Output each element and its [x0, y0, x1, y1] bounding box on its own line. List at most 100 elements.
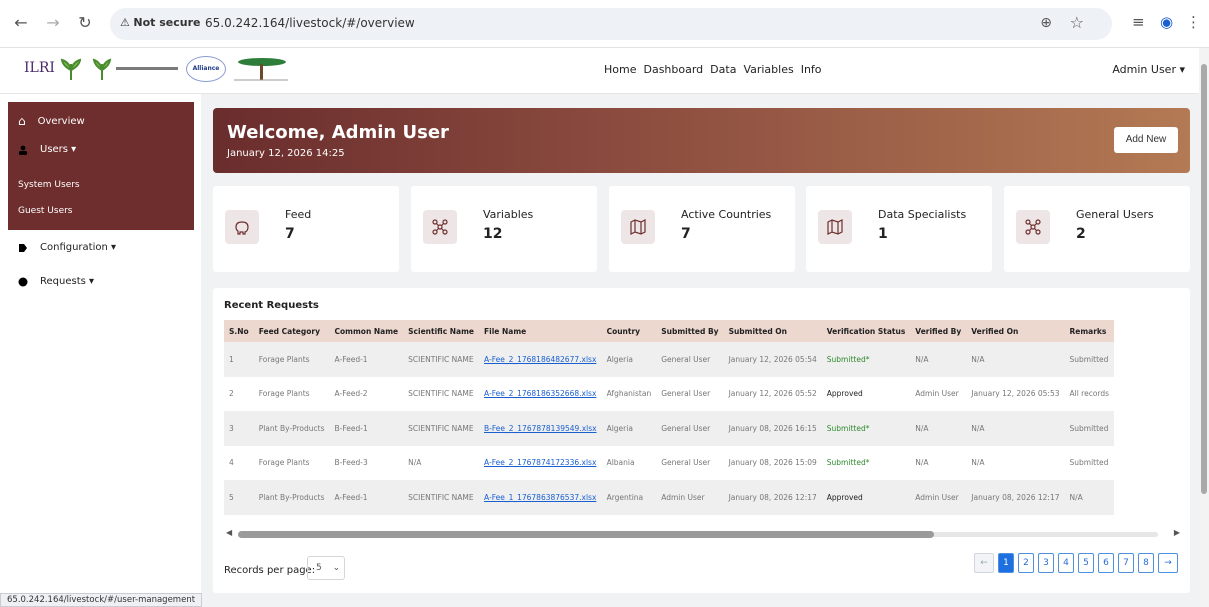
zoom-icon[interactable]: ⊕ — [1040, 15, 1052, 31]
cell-verified-by: Admin User — [915, 492, 959, 502]
cell-verified-on: N/A — [971, 423, 985, 433]
reload-icon[interactable]: ↻ — [74, 12, 96, 34]
url-text[interactable]: 65.0.242.164/livestock/#/overview — [205, 16, 415, 30]
cgiar-leaf-logo — [60, 58, 82, 80]
cell-file-link[interactable]: B-Fee_2_1767878139549.xlsx — [479, 411, 602, 446]
cell-verified-by: N/A — [915, 458, 929, 468]
nav-data[interactable]: Data — [710, 63, 736, 76]
circle-icon — [18, 277, 28, 286]
nav-variables[interactable]: Variables — [743, 63, 793, 76]
cell-verification-status: Submitted* — [826, 354, 870, 364]
cell-submitted-on: January 12, 2026 05:52 — [728, 389, 817, 399]
cell-verified-on: January 08, 2026 12:17 — [971, 492, 1060, 502]
sidebar-item-users[interactable]: Users ▾ — [18, 144, 76, 155]
page-button-7[interactable]: 7 — [1118, 553, 1134, 573]
records-per-page-select[interactable]: 5 ⌄ — [307, 556, 345, 580]
page-button-5[interactable]: 5 — [1078, 553, 1094, 573]
cell-feed-category: Forage Plants — [258, 354, 310, 364]
stat-card-variables: Variables 12 — [411, 186, 597, 272]
cell-file-link[interactable]: A-Fee_1_1767863876537.xlsx — [479, 480, 602, 515]
cell-submitted-on: January 12, 2026 05:54 — [728, 354, 817, 364]
sidebar-item-system-users[interactable]: System Users — [18, 180, 80, 190]
sidebar-active-group — [8, 102, 194, 170]
ilri-logo[interactable]: ILRI — [24, 60, 55, 86]
page-scroll-thumb[interactable] — [1201, 64, 1207, 494]
cell-country: Algeria — [606, 423, 633, 433]
col-common-name: Common Name — [334, 326, 399, 336]
cell-scientific-name: SCIENTIFIC NAME — [408, 389, 474, 399]
address-bar[interactable]: ⚠ Not secure 65.0.242.164/livestock/#/ov… — [110, 8, 1112, 40]
security-label: Not secure — [133, 16, 201, 29]
map-icon — [818, 210, 852, 244]
browser-menu-icon[interactable]: ⋮ — [1186, 13, 1201, 31]
page-button-1[interactable]: 1 — [998, 553, 1014, 573]
stat-value: 7 — [681, 226, 691, 242]
bookmark-star-icon[interactable]: ☆ — [1070, 13, 1084, 32]
table-header-row: S.No Feed Category Common Name Scientifi… — [224, 320, 1115, 342]
requests-table: S.No Feed Category Common Name Scientifi… — [224, 320, 1115, 515]
page-scrollbar[interactable] — [1199, 48, 1209, 607]
prev-page-button[interactable]: ← — [974, 553, 994, 573]
scroll-left-icon[interactable]: ◀ — [226, 528, 232, 537]
sidebar-item-requests[interactable]: Requests ▾ — [18, 276, 94, 287]
sidebar-item-label: Users ▾ — [40, 144, 77, 155]
cell-verified-by: N/A — [915, 354, 929, 364]
col-submitted-by: Submitted By — [661, 326, 719, 336]
col-scientific-name: Scientific Name — [408, 326, 475, 336]
cell-remarks: N/A — [1069, 492, 1083, 502]
page-button-3[interactable]: 3 — [1038, 553, 1054, 573]
nav-dashboard[interactable]: Dashboard — [643, 63, 703, 76]
link-preview-status: 65.0.242.164/livestock/#/user-management — [0, 593, 203, 607]
cell-file-link[interactable]: A-Fee_2_1767874172336.xlsx — [479, 446, 602, 481]
col-remarks: Remarks — [1069, 326, 1107, 336]
col-file-name: File Name — [484, 326, 527, 336]
welcome-title: Welcome, Admin User — [227, 122, 449, 143]
security-warning[interactable]: ⚠ Not secure — [120, 16, 200, 29]
sidebar-item-label: Overview — [37, 115, 85, 127]
sidebar-item-configuration[interactable]: Configuration ▾ — [18, 242, 116, 253]
stat-label: Data Specialists — [878, 208, 967, 221]
cell-verification-status: Approved — [826, 492, 863, 502]
stat-label: Feed — [285, 208, 312, 221]
page-button-6[interactable]: 6 — [1098, 553, 1114, 573]
cell-verified-on: N/A — [971, 354, 985, 364]
cell-common-name: A-Feed-1 — [334, 354, 368, 364]
next-page-button[interactable]: → — [1158, 553, 1178, 573]
cell-verified-on: N/A — [971, 458, 985, 468]
col-submitted-on: Submitted On — [728, 326, 788, 336]
back-icon[interactable]: ← — [10, 12, 32, 34]
col-verified-on: Verified On — [971, 326, 1019, 336]
col-verified-by: Verified By — [915, 326, 962, 336]
forward-icon[interactable]: → — [42, 12, 64, 34]
page-button-8[interactable]: 8 — [1138, 553, 1154, 573]
cell-file-link[interactable]: A-Fee_2_1768186352668.xlsx — [479, 377, 602, 412]
sidebar-item-guest-users[interactable]: Guest Users — [18, 206, 73, 216]
sidebar-item-overview[interactable]: ⌂ Overview — [18, 114, 85, 128]
sidebar-menu: ⌂ Overview Users ▾ System Users Guest Us… — [8, 102, 194, 326]
cell-verification-status: Submitted* — [826, 423, 870, 433]
nav-home[interactable]: Home — [604, 63, 636, 76]
extensions-icon[interactable]: ≡ — [1132, 13, 1145, 31]
horizontal-scrollbar[interactable]: ◀ ▶ — [224, 528, 1182, 540]
cell-common-name: A-Feed-1 — [334, 492, 368, 502]
map-icon — [621, 210, 655, 244]
scroll-thumb[interactable] — [238, 531, 934, 538]
profile-icon[interactable]: ◉ — [1160, 13, 1173, 31]
stat-value: 1 — [878, 226, 888, 242]
cell-verified-by: N/A — [915, 423, 929, 433]
col-feed-category: Feed Category — [258, 326, 321, 336]
tree-logo — [234, 58, 288, 81]
add-new-button[interactable]: Add New — [1114, 127, 1178, 153]
col-verification-status: Verification Status — [826, 326, 906, 336]
browser-toolbar: ← → ↻ ⚠ Not secure 65.0.242.164/livestoc… — [0, 0, 1209, 48]
cell-submitted-by: Admin User — [661, 492, 705, 502]
scroll-right-icon[interactable]: ▶ — [1174, 528, 1180, 537]
nav-info[interactable]: Info — [801, 63, 822, 76]
col-country: Country — [606, 326, 641, 336]
user-menu[interactable]: Admin User ▾ — [1112, 63, 1185, 76]
cell-submitted-on: January 08, 2026 15:09 — [728, 458, 817, 468]
page-button-4[interactable]: 4 — [1058, 553, 1074, 573]
page-button-2[interactable]: 2 — [1018, 553, 1034, 573]
cell-file-link[interactable]: A-Fee_2_1768186482677.xlsx — [479, 342, 602, 377]
cell-scientific-name: SCIENTIFIC NAME — [408, 423, 474, 433]
